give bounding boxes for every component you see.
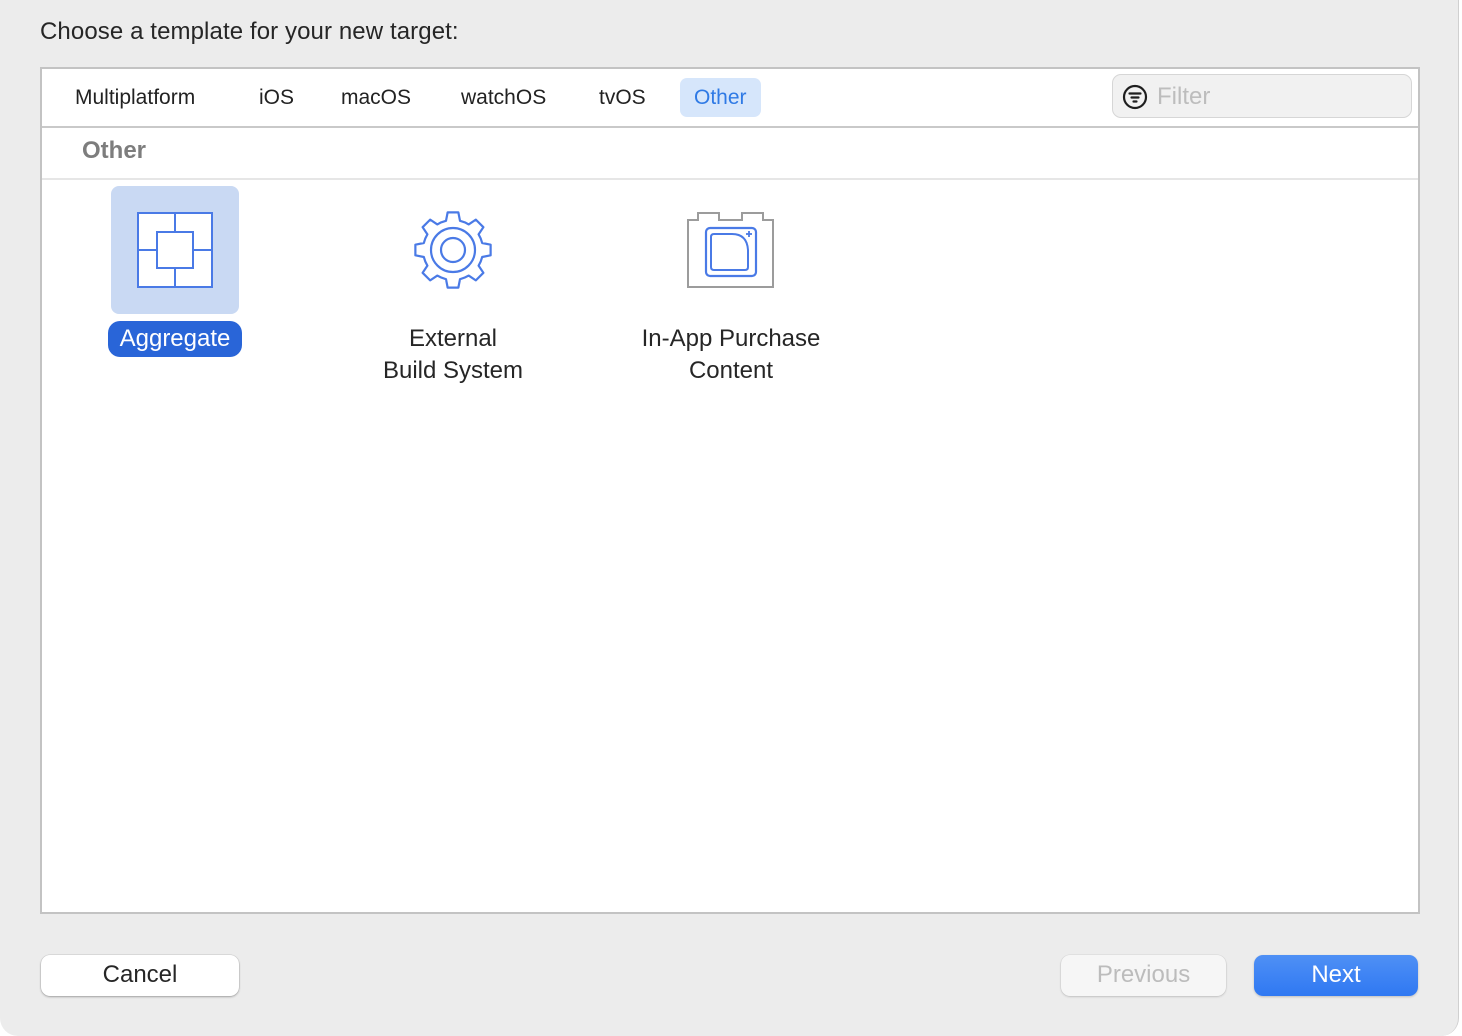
template-aggregate[interactable]: Aggregate xyxy=(55,186,295,357)
tab-multiplatform[interactable]: Multiplatform xyxy=(61,78,209,117)
template-panel: Multiplatform iOS macOS watchOS tvOS Oth… xyxy=(40,67,1420,914)
template-label: External Build System xyxy=(382,325,524,384)
template-icon-tile xyxy=(111,186,239,314)
gear-icon xyxy=(414,211,492,289)
tab-watchos[interactable]: watchOS xyxy=(447,78,560,117)
template-external-build-system[interactable]: External Build System xyxy=(333,186,573,389)
dialog-title: Choose a template for your new target: xyxy=(40,18,459,45)
filter-icon xyxy=(1122,84,1148,110)
tab-macos[interactable]: macOS xyxy=(327,78,425,117)
aggregate-icon xyxy=(137,212,213,288)
template-icon-tile xyxy=(667,186,795,314)
section-title: Other xyxy=(82,137,147,164)
tab-ios[interactable]: iOS xyxy=(245,78,308,117)
cancel-button[interactable]: Cancel xyxy=(41,955,239,996)
tab-other[interactable]: Other xyxy=(680,78,761,117)
next-button[interactable]: Next xyxy=(1254,955,1418,996)
template-in-app-purchase-content[interactable]: In-App Purchase Content xyxy=(611,186,851,389)
tab-tvos[interactable]: tvOS xyxy=(585,78,660,117)
previous-button[interactable]: Previous xyxy=(1061,955,1226,996)
template-label: Aggregate xyxy=(107,321,243,357)
platform-tab-bar: Multiplatform iOS macOS watchOS tvOS Oth… xyxy=(42,69,1418,128)
in-app-purchase-icon xyxy=(687,212,774,288)
new-target-dialog: Choose a template for your new target: M… xyxy=(0,0,1459,1036)
template-label: In-App Purchase Content xyxy=(641,325,821,384)
filter-input[interactable] xyxy=(1155,79,1399,115)
filter-field[interactable] xyxy=(1112,74,1412,118)
template-icon-tile xyxy=(389,186,517,314)
section-header: Other xyxy=(42,126,1418,180)
